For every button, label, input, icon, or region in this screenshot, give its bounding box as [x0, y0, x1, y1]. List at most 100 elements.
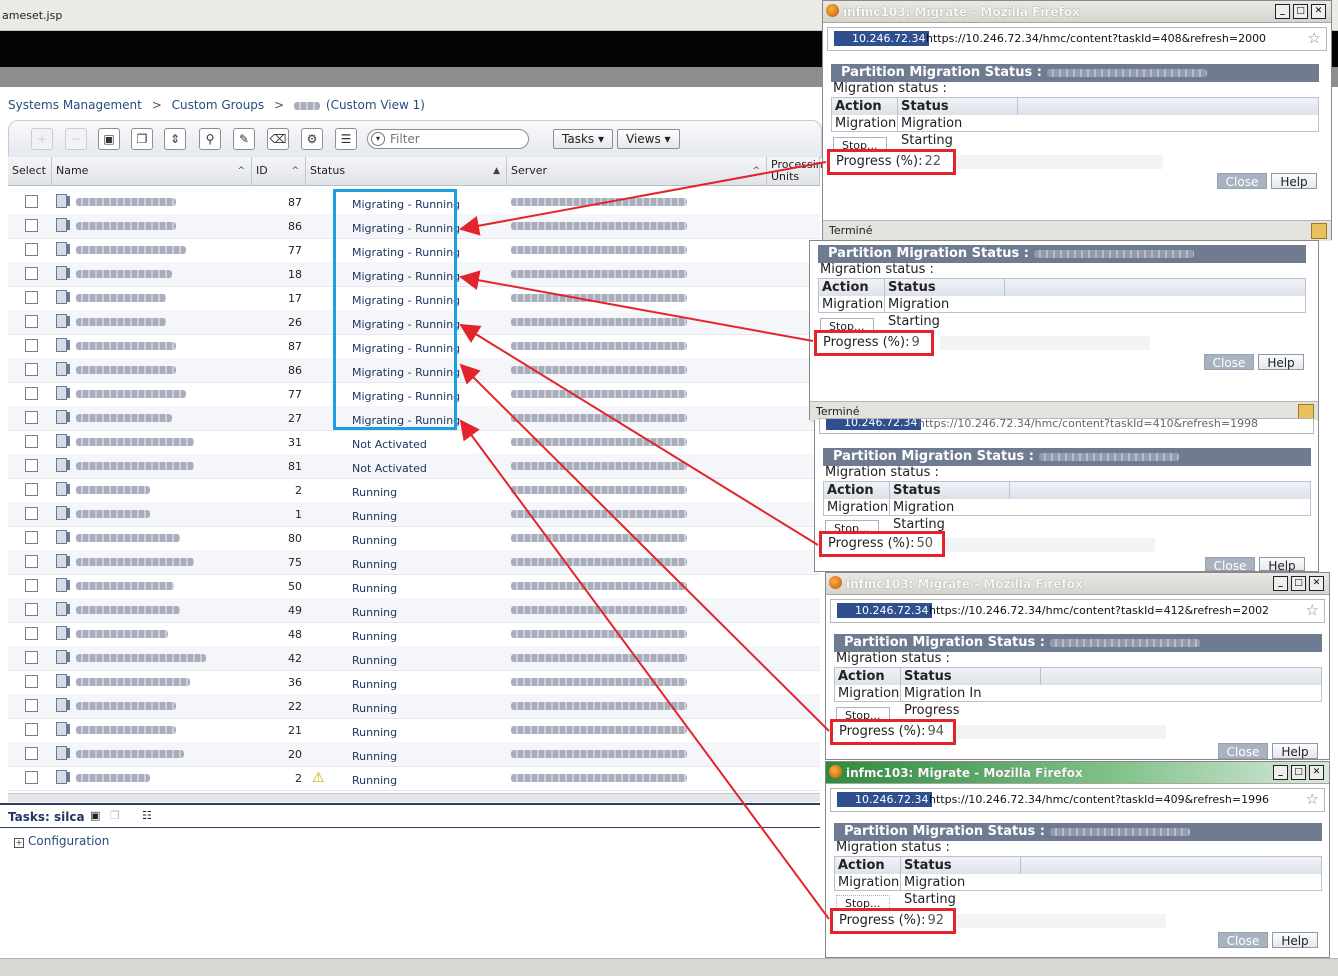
partition-name[interactable] — [76, 438, 194, 446]
row-checkbox[interactable] — [25, 315, 38, 328]
partition-name[interactable] — [76, 654, 206, 662]
table-row[interactable]: 20 Running — [8, 742, 820, 767]
close-button[interactable]: Close — [1204, 354, 1254, 370]
row-checkbox[interactable] — [25, 531, 38, 544]
url-bar[interactable]: 10.246.72.34 https://10.246.72.34/hmc/con… — [830, 788, 1325, 812]
help-button[interactable]: Help — [1258, 354, 1304, 370]
tasks-menu-button[interactable]: Tasks ▾ — [553, 129, 613, 149]
table-row[interactable]: 48 Running — [8, 622, 820, 647]
partition-name[interactable] — [76, 726, 176, 734]
maximize-icon[interactable]: □ — [1291, 765, 1306, 780]
partition-name[interactable] — [76, 342, 176, 350]
views-menu-button[interactable]: Views ▾ — [617, 129, 680, 149]
help-button[interactable]: Help — [1272, 743, 1318, 759]
partition-name[interactable] — [76, 606, 180, 614]
url-bar[interactable]: 10.246.72.34 https://10.246.72.34/hmc/con… — [827, 27, 1327, 51]
col-name[interactable]: Name ^ — [52, 157, 252, 185]
row-checkbox[interactable] — [25, 219, 38, 232]
table-row[interactable]: 75 Running — [8, 550, 820, 575]
partition-name[interactable] — [76, 318, 166, 326]
task-view-icon[interactable]: ▣ — [90, 809, 100, 822]
col-select[interactable]: Select — [8, 157, 52, 185]
configuration-task[interactable]: + Configuration — [14, 834, 109, 848]
filter-dropdown-icon[interactable]: ▾ — [371, 132, 385, 146]
row-checkbox[interactable] — [25, 243, 38, 256]
table-row[interactable]: 81 Not Activated — [8, 454, 820, 479]
close-button[interactable]: Close — [1218, 743, 1268, 759]
row-checkbox[interactable] — [25, 555, 38, 568]
partition-name[interactable] — [76, 414, 172, 422]
maximize-icon[interactable]: □ — [1291, 576, 1306, 591]
row-checkbox[interactable] — [25, 339, 38, 352]
minimize-icon[interactable]: _ — [1273, 576, 1288, 591]
minimize-icon[interactable]: _ — [1275, 4, 1290, 19]
bookmark-star-icon[interactable]: ☆ — [1306, 601, 1319, 619]
add-icon[interactable]: + — [31, 128, 53, 150]
close-button[interactable]: Close — [1205, 557, 1255, 573]
partition-name[interactable] — [76, 390, 186, 398]
row-checkbox[interactable] — [25, 699, 38, 712]
row-checkbox[interactable] — [25, 411, 38, 424]
row-checkbox[interactable] — [25, 771, 38, 784]
url-bar-partial[interactable]: 10.246.72.34 https://10.246.72.34/hmc/con… — [819, 418, 1314, 434]
partition-name[interactable] — [76, 582, 174, 590]
bookmark-star-icon[interactable]: ☆ — [1308, 29, 1321, 47]
task-copy-icon[interactable]: ❐ — [110, 809, 120, 822]
clear-filter-icon[interactable]: ⌫ — [267, 128, 289, 150]
help-button[interactable]: Help — [1272, 932, 1318, 948]
partition-name[interactable] — [76, 510, 150, 518]
table-row[interactable]: 49 Running — [8, 598, 820, 623]
url-text[interactable]: https://10.246.72.34/hmc/content?taskId=… — [918, 419, 1258, 430]
table-row[interactable]: 50 Running — [8, 574, 820, 599]
expand-columns-icon[interactable]: ⇕ — [164, 128, 186, 150]
remove-icon[interactable]: − — [65, 128, 87, 150]
properties-icon[interactable]: ☰ — [335, 128, 357, 150]
row-checkbox[interactable] — [25, 651, 38, 664]
row-checkbox[interactable] — [25, 603, 38, 616]
table-row[interactable]: 21 Running — [8, 718, 820, 743]
partition-name[interactable] — [76, 486, 150, 494]
breadcrumb-systems-management[interactable]: Systems Management — [8, 98, 142, 112]
site-identity[interactable]: 10.246.72.34 — [837, 792, 933, 807]
filter-rows-icon[interactable]: ⚲ — [199, 128, 221, 150]
table-row[interactable]: 2 ⚠ Running — [8, 766, 820, 791]
table-row[interactable]: 2 Running — [8, 478, 820, 503]
partition-name[interactable] — [76, 294, 166, 302]
row-checkbox[interactable] — [25, 627, 38, 640]
help-button[interactable]: Help — [1259, 557, 1305, 573]
close-icon[interactable]: ✕ — [1311, 4, 1326, 19]
table-row[interactable]: 1 Running — [8, 502, 820, 527]
row-checkbox[interactable] — [25, 363, 38, 376]
table-row[interactable]: 80 Running — [8, 526, 820, 551]
partition-name[interactable] — [76, 222, 176, 230]
row-checkbox[interactable] — [25, 195, 38, 208]
url-text[interactable]: https://10.246.72.34/hmc/content?taskId=… — [926, 32, 1266, 45]
site-identity[interactable]: 10.246.72.34 — [826, 419, 922, 430]
col-server[interactable]: Server ^ — [507, 157, 767, 185]
row-checkbox[interactable] — [25, 387, 38, 400]
row-checkbox[interactable] — [25, 459, 38, 472]
edit-icon[interactable]: ✎ — [233, 128, 255, 150]
table-row[interactable]: 31 Not Activated — [8, 430, 820, 455]
partition-name[interactable] — [76, 270, 172, 278]
table-row[interactable]: 22 Running — [8, 694, 820, 719]
horizontal-scrollbar[interactable] — [8, 793, 820, 802]
url-text[interactable]: https://10.246.72.34/hmc/content?taskId=… — [929, 604, 1269, 617]
partition-name[interactable] — [76, 198, 176, 206]
partition-name[interactable] — [76, 534, 180, 542]
bookmark-star-icon[interactable]: ☆ — [1306, 790, 1319, 808]
table-row[interactable]: 36 Running — [8, 670, 820, 695]
partition-name[interactable] — [76, 558, 194, 566]
help-button[interactable]: Help — [1271, 173, 1317, 189]
partition-name[interactable] — [76, 630, 168, 638]
row-checkbox[interactable] — [25, 675, 38, 688]
col-status[interactable]: Status ▲ — [306, 157, 507, 185]
partition-name[interactable] — [76, 246, 186, 254]
row-checkbox[interactable] — [25, 723, 38, 736]
table-row[interactable]: 42 Running — [8, 646, 820, 671]
task-list-icon[interactable]: ☷ — [142, 809, 152, 822]
close-button[interactable]: Close — [1218, 932, 1268, 948]
partition-name[interactable] — [76, 774, 150, 782]
row-checkbox[interactable] — [25, 291, 38, 304]
partition-name[interactable] — [76, 702, 176, 710]
